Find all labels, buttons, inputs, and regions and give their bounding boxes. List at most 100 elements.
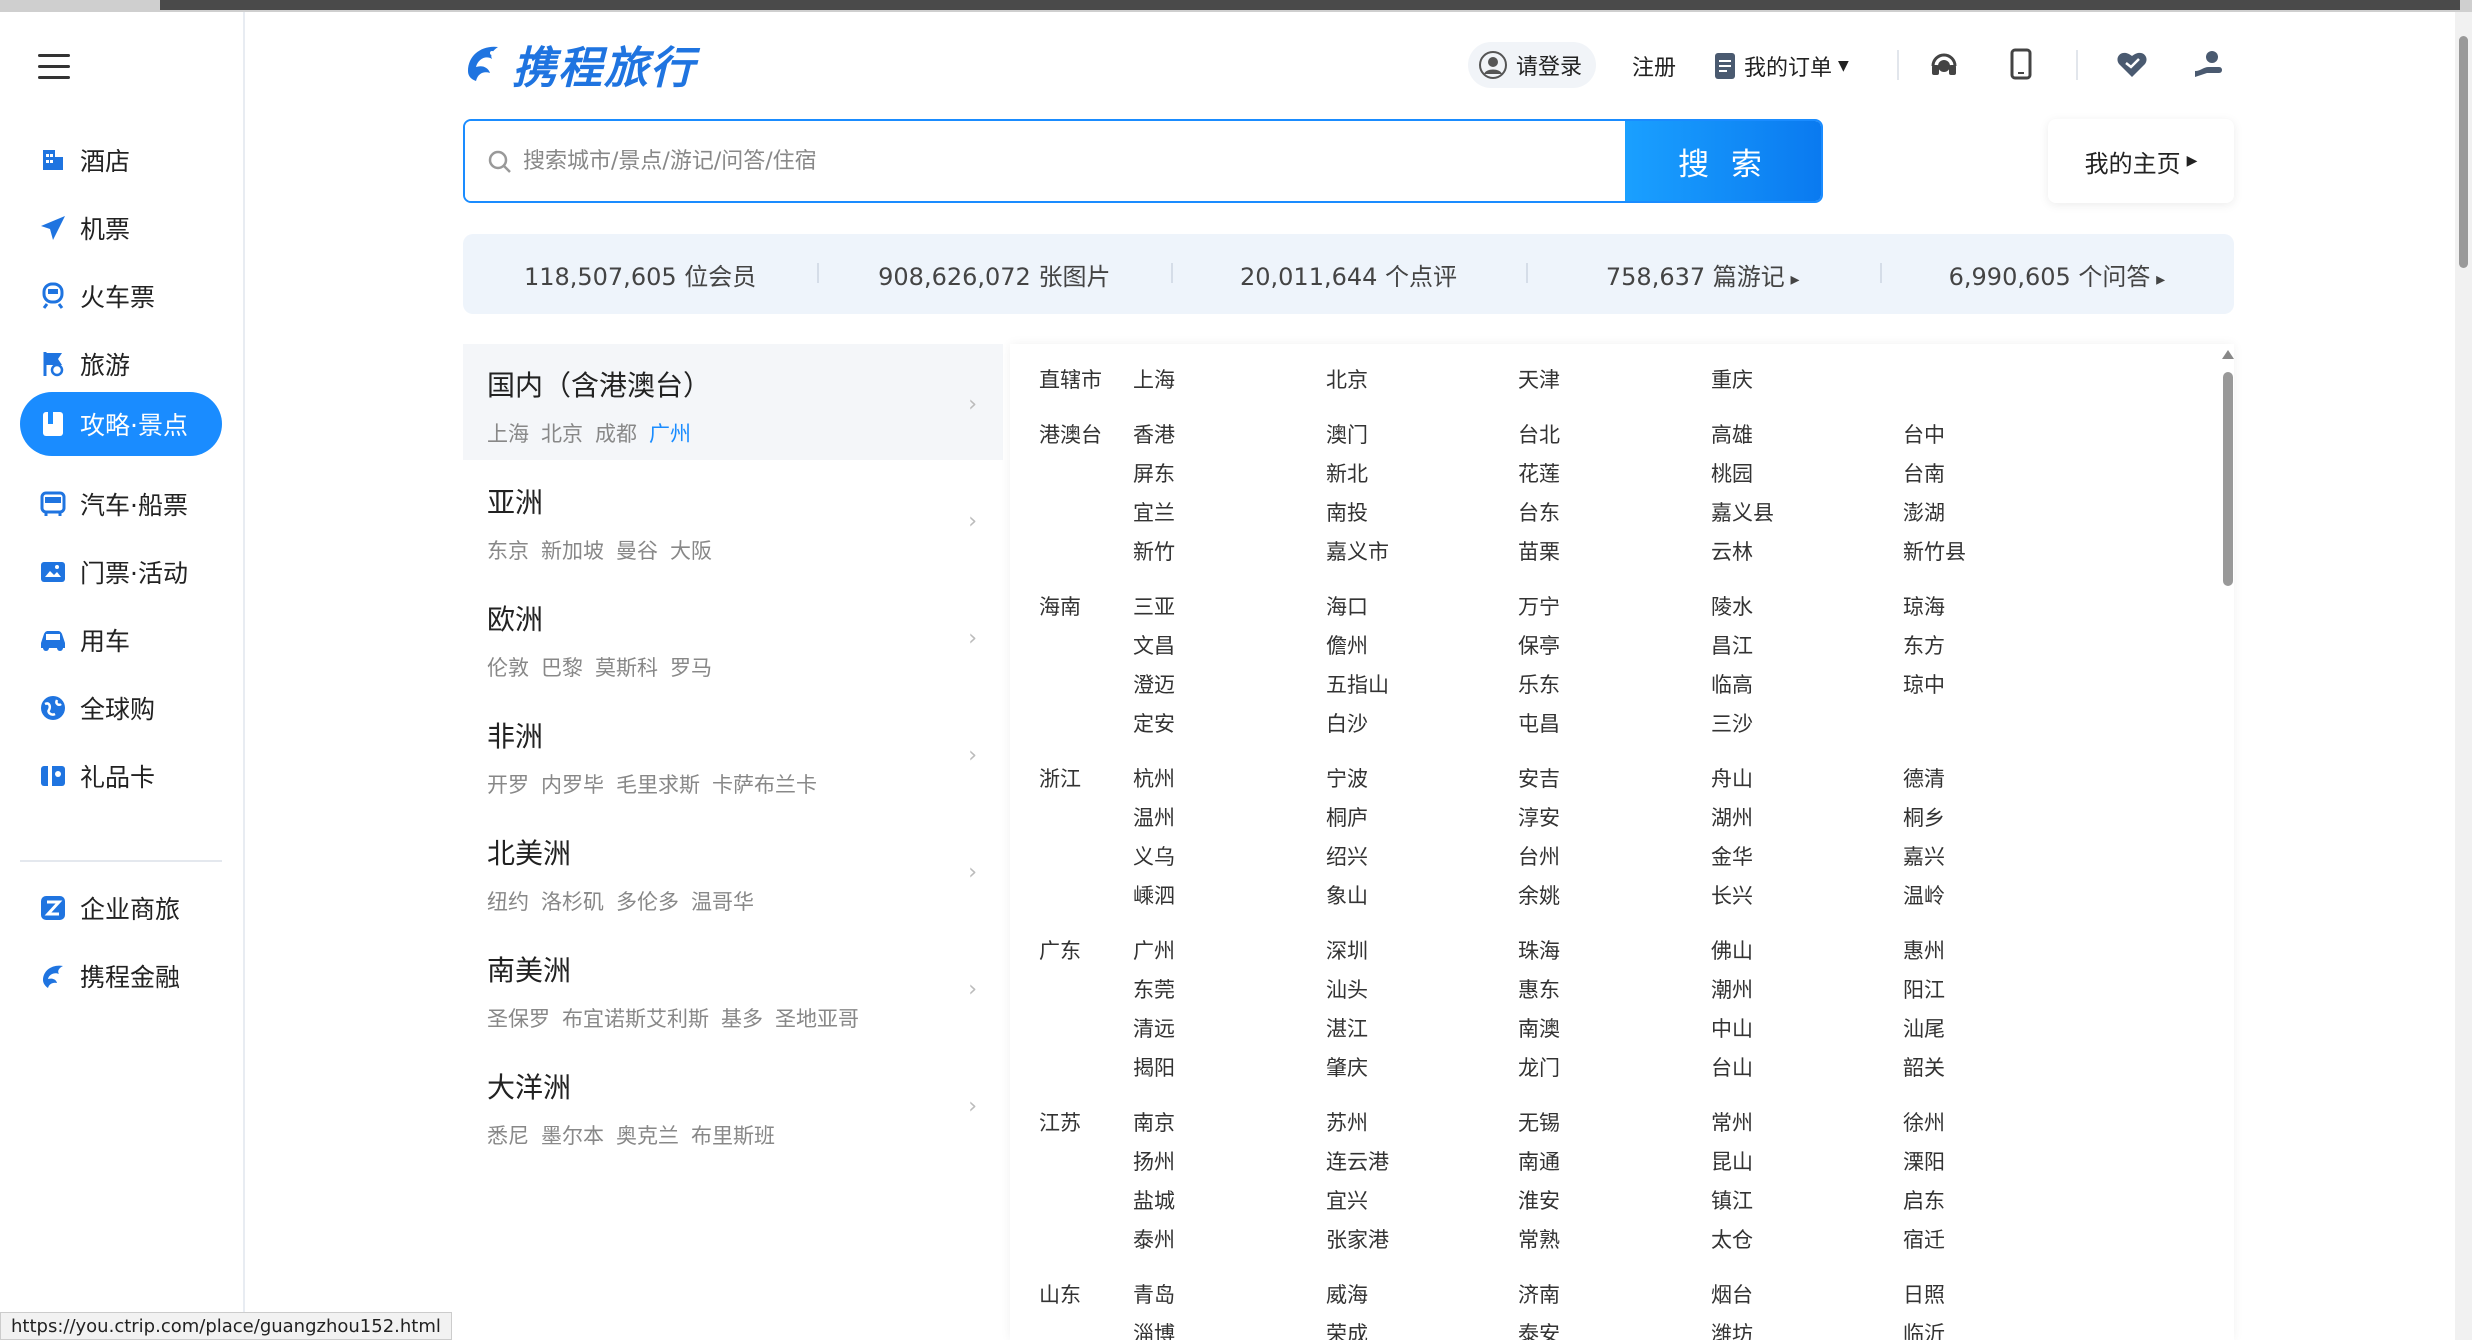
page-scrollbar-thumb[interactable] bbox=[2459, 36, 2468, 268]
region-item[interactable]: 亚洲 东京 新加坡 曼谷 大阪 › bbox=[463, 461, 1003, 577]
city-link[interactable]: 中山 bbox=[1711, 1013, 1753, 1043]
city-link[interactable]: 苏州 bbox=[1326, 1107, 1368, 1137]
sidebar-item-0[interactable]: 酒店 bbox=[20, 128, 222, 192]
city-link[interactable]: 湖州 bbox=[1711, 802, 1753, 832]
city-link[interactable]: 台山 bbox=[1711, 1052, 1753, 1082]
city-link[interactable]: 象山 bbox=[1326, 880, 1368, 910]
city-link[interactable]: 义乌 bbox=[1133, 841, 1175, 871]
region-item[interactable]: 大洋洲 悉尼 墨尔本 奥克兰 布里斯班 › bbox=[463, 1046, 1003, 1162]
region-city-link[interactable]: 莫斯科 bbox=[595, 652, 658, 682]
city-link[interactable]: 桐乡 bbox=[1903, 802, 1945, 832]
city-link[interactable]: 桐庐 bbox=[1326, 802, 1368, 832]
city-link[interactable]: 苗栗 bbox=[1518, 536, 1560, 566]
city-link[interactable]: 淮安 bbox=[1518, 1185, 1560, 1215]
city-link[interactable]: 威海 bbox=[1326, 1279, 1368, 1309]
login-button[interactable]: 请登录 bbox=[1468, 42, 1597, 88]
city-link[interactable]: 琼中 bbox=[1903, 669, 1945, 699]
sidebar-item-6[interactable]: 门票·活动 bbox=[20, 540, 222, 604]
city-link[interactable]: 日照 bbox=[1903, 1279, 1945, 1309]
city-link[interactable]: 乐东 bbox=[1518, 669, 1560, 699]
stat-item[interactable]: 758,637 篇游记 ▸ bbox=[1525, 257, 1880, 292]
city-link[interactable]: 荣成 bbox=[1326, 1318, 1368, 1340]
city-link[interactable]: 儋州 bbox=[1326, 630, 1368, 660]
city-link[interactable]: 连云港 bbox=[1326, 1146, 1389, 1176]
city-link[interactable]: 德清 bbox=[1903, 763, 1945, 793]
city-link[interactable]: 香港 bbox=[1133, 419, 1175, 449]
city-link[interactable]: 嘉兴 bbox=[1903, 841, 1945, 871]
region-city-link[interactable]: 北京 bbox=[541, 418, 583, 448]
register-link[interactable]: 注册 bbox=[1632, 50, 1676, 82]
region-city-link[interactable]: 东京 bbox=[487, 535, 529, 565]
city-link[interactable]: 南京 bbox=[1133, 1107, 1175, 1137]
ctrip-logo[interactable]: 携程旅行 bbox=[462, 36, 696, 94]
city-link[interactable]: 安吉 bbox=[1518, 763, 1560, 793]
city-link[interactable]: 临沂 bbox=[1903, 1318, 1945, 1340]
region-city-link[interactable]: 洛杉矶 bbox=[541, 886, 604, 916]
city-link[interactable]: 惠州 bbox=[1903, 935, 1945, 965]
city-link[interactable]: 杭州 bbox=[1133, 763, 1175, 793]
city-link[interactable]: 重庆 bbox=[1711, 364, 1753, 394]
sidebar-item-5[interactable]: 汽车·船票 bbox=[20, 472, 222, 536]
city-link[interactable]: 高雄 bbox=[1711, 419, 1753, 449]
city-link[interactable]: 桃园 bbox=[1711, 458, 1753, 488]
region-city-link[interactable]: 新加坡 bbox=[541, 535, 604, 565]
city-link[interactable]: 海口 bbox=[1326, 591, 1368, 621]
region-city-link[interactable]: 卡萨布兰卡 bbox=[712, 769, 817, 799]
city-link[interactable]: 常州 bbox=[1711, 1107, 1753, 1137]
sidebar-item-2[interactable]: 火车票 bbox=[20, 264, 222, 328]
customer-service-icon[interactable] bbox=[1926, 46, 1962, 82]
city-link[interactable]: 青岛 bbox=[1133, 1279, 1175, 1309]
city-link[interactable]: 珠海 bbox=[1518, 935, 1560, 965]
city-link[interactable]: 东方 bbox=[1903, 630, 1945, 660]
city-link[interactable]: 溧阳 bbox=[1903, 1146, 1945, 1176]
city-link[interactable]: 新北 bbox=[1326, 458, 1368, 488]
city-link[interactable]: 云林 bbox=[1711, 536, 1753, 566]
city-link[interactable]: 温岭 bbox=[1903, 880, 1945, 910]
city-link[interactable]: 南投 bbox=[1326, 497, 1368, 527]
region-city-link[interactable]: 基多 bbox=[721, 1003, 763, 1033]
city-link[interactable]: 深圳 bbox=[1326, 935, 1368, 965]
sidebar-item-1[interactable]: 机票 bbox=[20, 196, 222, 260]
city-link[interactable]: 台北 bbox=[1518, 419, 1560, 449]
sidebar-extra-item-1[interactable]: 携程金融 bbox=[20, 944, 222, 1008]
city-link[interactable]: 烟台 bbox=[1711, 1279, 1753, 1309]
city-link[interactable]: 潮州 bbox=[1711, 974, 1753, 1004]
search-button[interactable]: 搜 索 bbox=[1625, 121, 1821, 201]
region-item[interactable]: 非洲 开罗 内罗毕 毛里求斯 卡萨布兰卡 › bbox=[463, 695, 1003, 811]
region-city-link[interactable]: 罗马 bbox=[670, 652, 712, 682]
city-link[interactable]: 三沙 bbox=[1711, 708, 1753, 738]
city-link[interactable]: 台东 bbox=[1518, 497, 1560, 527]
region-city-link[interactable]: 广州 bbox=[649, 418, 691, 448]
page-scrollbar[interactable] bbox=[2455, 12, 2472, 1340]
profile-help-icon[interactable] bbox=[2191, 46, 2227, 82]
city-link[interactable]: 盐城 bbox=[1133, 1185, 1175, 1215]
city-link[interactable]: 金华 bbox=[1711, 841, 1753, 871]
my-orders-dropdown[interactable]: 我的订单 ▼ bbox=[1714, 50, 1849, 82]
city-link[interactable]: 嘉义市 bbox=[1326, 536, 1389, 566]
city-link[interactable]: 启东 bbox=[1903, 1185, 1945, 1215]
city-link[interactable]: 澄迈 bbox=[1133, 669, 1175, 699]
city-link[interactable]: 宜兰 bbox=[1133, 497, 1175, 527]
city-link[interactable]: 临高 bbox=[1711, 669, 1753, 699]
my-home-button[interactable]: 我的主页 ▶ bbox=[2048, 119, 2234, 203]
city-link[interactable]: 屯昌 bbox=[1518, 708, 1560, 738]
city-link[interactable]: 琼海 bbox=[1903, 591, 1945, 621]
sidebar-item-3[interactable]: 旅游 bbox=[20, 332, 222, 396]
city-link[interactable]: 台中 bbox=[1903, 419, 1945, 449]
city-link[interactable]: 淳安 bbox=[1518, 802, 1560, 832]
sidebar-extra-item-0[interactable]: 企业商旅 bbox=[20, 876, 222, 940]
scroll-up-arrow-icon[interactable] bbox=[2222, 350, 2234, 359]
city-link[interactable]: 宜兴 bbox=[1326, 1185, 1368, 1215]
city-link[interactable]: 定安 bbox=[1133, 708, 1175, 738]
city-link[interactable]: 舟山 bbox=[1711, 763, 1753, 793]
city-link[interactable]: 余姚 bbox=[1518, 880, 1560, 910]
sidebar-item-9[interactable]: 礼品卡 bbox=[20, 744, 222, 808]
city-link[interactable]: 长兴 bbox=[1711, 880, 1753, 910]
sidebar-item-8[interactable]: 全球购 bbox=[20, 676, 222, 740]
city-link[interactable]: 屏东 bbox=[1133, 458, 1175, 488]
region-city-link[interactable]: 墨尔本 bbox=[541, 1120, 604, 1150]
city-link[interactable]: 温州 bbox=[1133, 802, 1175, 832]
city-link[interactable]: 嘉义县 bbox=[1711, 497, 1774, 527]
region-city-link[interactable]: 多伦多 bbox=[616, 886, 679, 916]
city-link[interactable]: 文昌 bbox=[1133, 630, 1175, 660]
